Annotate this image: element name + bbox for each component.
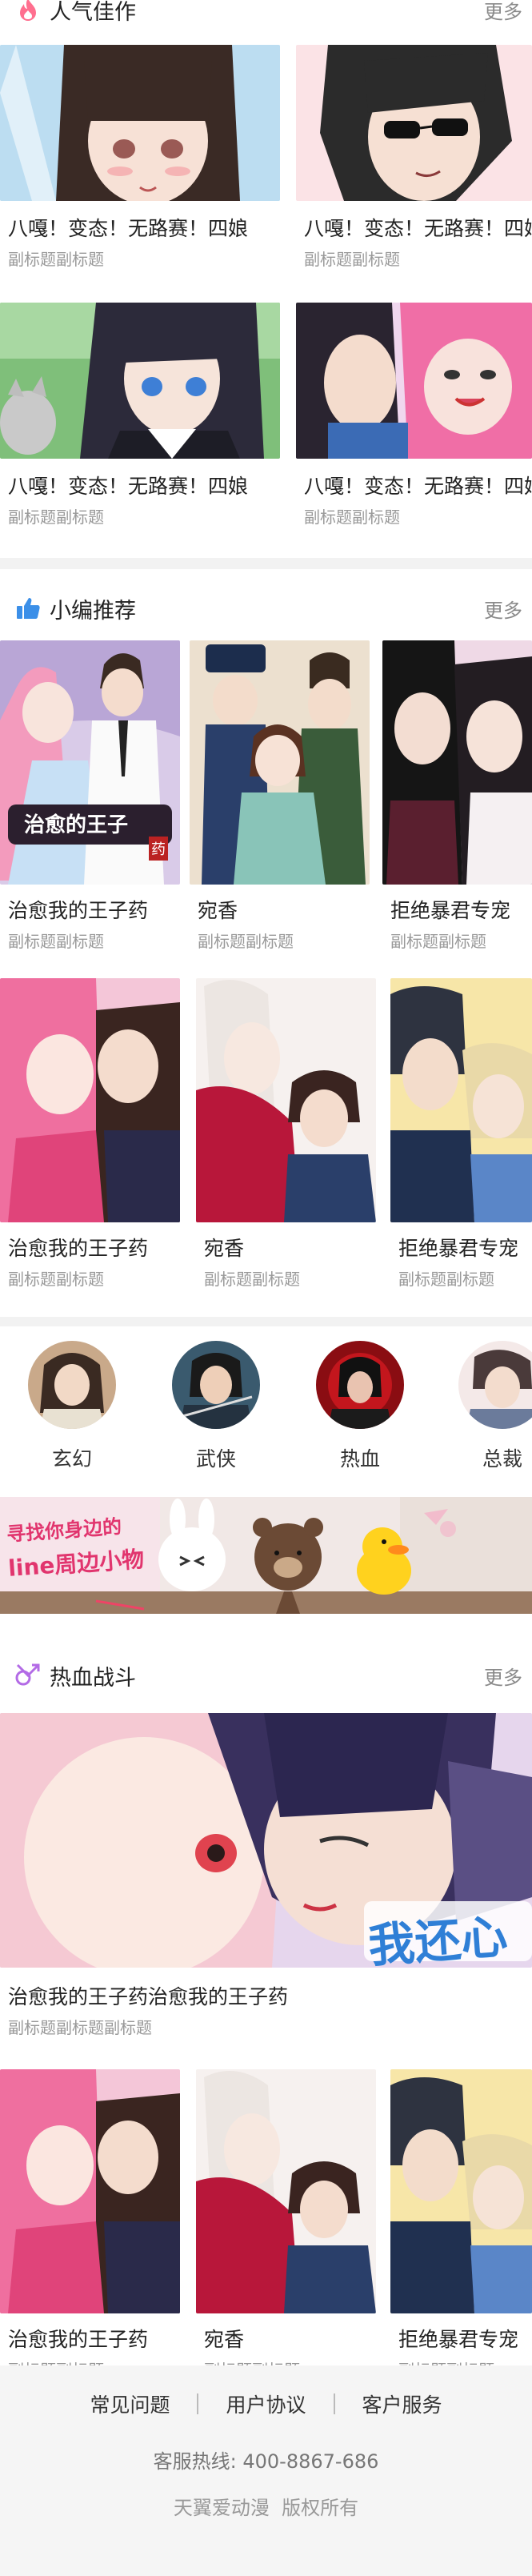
hot-battle-more-link[interactable]: 更多 xyxy=(484,1662,522,1690)
editor-pick-card[interactable]: 拒绝暴君专宠 副标题副标题 xyxy=(382,640,532,961)
cover-image xyxy=(0,45,280,201)
editor-picks-more-link[interactable]: 更多 xyxy=(484,595,522,623)
card-title: 八嘎！变态！无路赛！四娘 xyxy=(8,475,249,498)
section-separator xyxy=(0,558,532,569)
card-title: 治愈我的王子药 xyxy=(8,899,149,922)
card-subtitle: 副标题副标题 xyxy=(8,508,104,527)
card-title: 拒绝暴君专宠 xyxy=(398,2328,519,2351)
category-avatar xyxy=(28,1341,116,1429)
category-xuanhuan[interactable]: 玄幻 xyxy=(20,1341,124,1471)
popular-card[interactable]: 八嘎！变态！无路赛！四娘 副标题副标题 xyxy=(296,45,532,277)
footer-hotline: 客服热线: 400-8867-686 xyxy=(0,2446,532,2474)
hot-battle-header: 热血战斗 更多 xyxy=(0,1651,532,1699)
feature-overlay-text: 我还心 xyxy=(366,1909,510,1968)
cover-image xyxy=(296,45,532,201)
cover-image xyxy=(390,2069,532,2313)
category-label: 总裁 xyxy=(482,1447,522,1471)
editor-pick-card[interactable]: 宛香 副标题副标题 xyxy=(190,640,370,961)
editor-pick-card[interactable]: 治愈我的王子药 副标题副标题 xyxy=(0,978,180,1298)
popular-card[interactable]: 八嘎！变态！无路赛！四娘 副标题副标题 xyxy=(0,45,280,277)
hotline-label: 客服热线: xyxy=(153,2450,237,2473)
hot-battle-card[interactable]: 治愈我的王子药 副标题副标题 xyxy=(0,2069,180,2389)
cover-image xyxy=(0,2069,180,2313)
swords-icon xyxy=(14,1662,42,1689)
category-avatar xyxy=(458,1341,532,1429)
category-avatar xyxy=(316,1341,404,1429)
card-title: 宛香 xyxy=(204,2328,245,2351)
card-subtitle: 副标题副标题 xyxy=(398,1270,494,1289)
editor-picks-header: 小编推荐 更多 xyxy=(0,584,532,632)
feature-title: 治愈我的王子药治愈我的王子药 xyxy=(8,1985,289,2008)
cover-image xyxy=(390,978,532,1222)
card-title: 拒绝暴君专宠 xyxy=(390,899,511,922)
popular-card[interactable]: 八嘎！变态！无路赛！四娘 副标题副标题 xyxy=(0,303,280,535)
card-title: 治愈我的王子药 xyxy=(8,2328,149,2351)
cover-image: 治愈的王子 药 xyxy=(0,640,180,885)
category-avatar xyxy=(172,1341,260,1429)
editor-pick-card[interactable]: 宛香 副标题副标题 xyxy=(196,978,376,1298)
popular-card[interactable]: 八嘎！变态！无路赛！四娘 副标题副标题 xyxy=(296,303,532,535)
promo-banner[interactable]: 寻找你身边的 line周边小物 xyxy=(0,1497,532,1614)
category-rexue[interactable]: 热血 xyxy=(308,1341,412,1471)
footer-link-agreement[interactable]: 用户协议 xyxy=(198,2389,333,2418)
cover-image xyxy=(196,2069,376,2313)
feature-card[interactable]: 我还心 治愈我的王子药治愈我的王子药 副标题副标题副标题 xyxy=(0,1713,532,2041)
cover-logo-text: 治愈的王子 xyxy=(24,813,129,837)
card-title: 治愈我的王子药 xyxy=(8,1237,149,1260)
card-title: 宛香 xyxy=(204,1237,245,1260)
hot-battle-card[interactable]: 拒绝暴君专宠 副标题副标题 xyxy=(390,2069,532,2389)
hotline-number[interactable]: 400-8867-686 xyxy=(242,2450,378,2473)
card-title: 八嘎！变态！无路赛！四娘 xyxy=(8,217,249,240)
card-title: 拒绝暴君专宠 xyxy=(398,1237,519,1260)
card-subtitle: 副标题副标题 xyxy=(390,932,486,951)
footer-link-faq[interactable]: 常见问题 xyxy=(62,2389,197,2418)
feature-subtitle: 副标题副标题副标题 xyxy=(8,2018,152,2037)
cover-image xyxy=(0,303,280,459)
footer-copyright: 天翼爱动漫 版权所有 xyxy=(173,2497,359,2519)
card-subtitle: 副标题副标题 xyxy=(8,932,104,951)
hot-battle-card[interactable]: 宛香 副标题副标题 xyxy=(196,2069,376,2389)
popular-more-link[interactable]: 更多 xyxy=(484,0,522,24)
category-label: 热血 xyxy=(339,1447,380,1471)
popular-section-header: 人气佳作 更多 xyxy=(0,0,532,34)
hot-battle-title: 热血战斗 xyxy=(50,1665,136,1691)
card-title: 八嘎！变态！无路赛！四娘 xyxy=(304,217,532,240)
category-label: 武侠 xyxy=(195,1447,236,1471)
card-subtitle: 副标题副标题 xyxy=(198,932,294,951)
category-wuxia[interactable]: 武侠 xyxy=(164,1341,268,1471)
card-title: 八嘎！变态！无路赛！四娘 xyxy=(304,475,532,498)
editor-picks-title: 小编推荐 xyxy=(50,598,136,624)
cover-image xyxy=(382,640,532,885)
category-label: 玄幻 xyxy=(51,1447,92,1471)
cover-image xyxy=(196,978,376,1222)
feature-cover-image: 我还心 xyxy=(0,1713,532,1968)
cover-image xyxy=(0,978,180,1222)
page-footer: 常见问题 用户协议 客户服务 客服热线: 400-8867-686 天翼爱动漫 … xyxy=(0,2365,532,2576)
popular-section-title: 人气佳作 xyxy=(50,0,136,25)
category-zongcai[interactable]: 总裁 xyxy=(450,1341,532,1471)
editor-pick-card[interactable]: 治愈的王子 药 治愈我的王子药 副标题副标题 xyxy=(0,640,180,961)
cover-image xyxy=(190,640,370,885)
editor-pick-card[interactable]: 拒绝暴君专宠 副标题副标题 xyxy=(390,978,532,1298)
section-separator xyxy=(0,1317,532,1326)
card-subtitle: 副标题副标题 xyxy=(304,508,400,527)
footer-links: 常见问题 用户协议 客户服务 xyxy=(0,2389,532,2418)
cover-logo-text: 药 xyxy=(149,837,168,861)
card-subtitle: 副标题副标题 xyxy=(8,1270,104,1289)
footer-link-service[interactable]: 客户服务 xyxy=(335,2389,470,2418)
card-subtitle: 副标题副标题 xyxy=(204,1270,300,1289)
card-subtitle: 副标题副标题 xyxy=(8,250,104,269)
thumbs-up-icon xyxy=(14,595,42,622)
card-title: 宛香 xyxy=(198,899,238,922)
card-subtitle: 副标题副标题 xyxy=(304,250,400,269)
cover-image xyxy=(296,303,532,459)
flame-icon xyxy=(14,0,42,23)
